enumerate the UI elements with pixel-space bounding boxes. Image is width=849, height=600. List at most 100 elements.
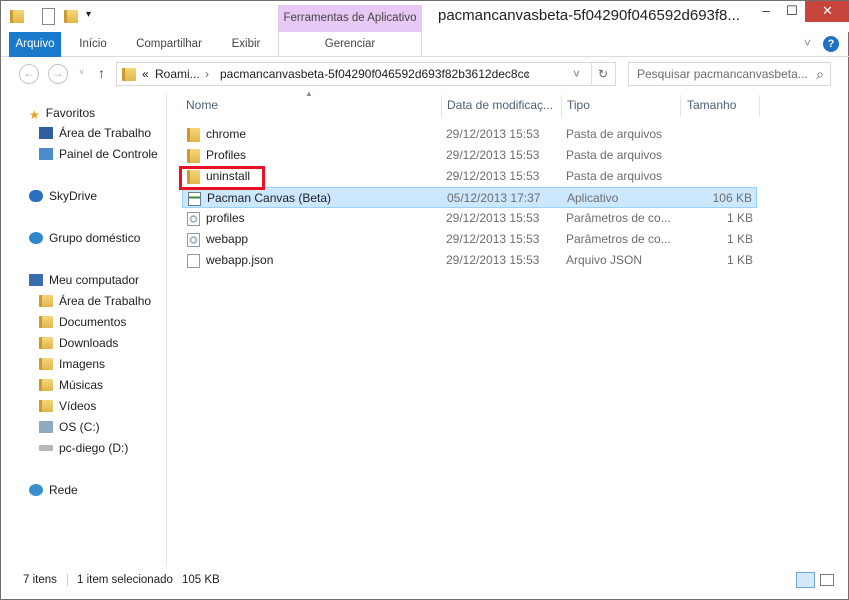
search-icon[interactable]: ⌕ — [816, 63, 824, 85]
file-size: 1 KB — [726, 253, 753, 267]
file-row[interactable]: webapp 29/12/2013 15:53 Parâmetros de co… — [182, 229, 757, 250]
tab-gerenciar[interactable]: Gerenciar — [278, 32, 422, 57]
file-date: 29/12/2013 15:53 — [446, 211, 540, 225]
maximize-button[interactable]: ☐ — [779, 1, 805, 22]
file-name: Profiles — [206, 148, 247, 162]
back-button[interactable]: ← — [19, 64, 39, 84]
folder-icon — [10, 10, 24, 23]
sidebar-item-downloads[interactable]: Downloads — [39, 333, 118, 353]
expand-ribbon-icon[interactable]: ˅ — [804, 36, 811, 50]
refresh-button[interactable]: ↻ — [598, 63, 608, 85]
navigation-pane: ★ Favoritos Área de Trabalho Painel de Co… — [1, 93, 167, 566]
search-input[interactable]: Pesquisar pacmancanvasbeta... ⌕ — [628, 62, 831, 86]
file-name: webapp — [206, 232, 249, 246]
tab-exibir[interactable]: Exibir — [221, 32, 271, 57]
file-size: 1 KB — [726, 211, 753, 225]
desktop-icon — [39, 127, 53, 139]
file-size: 1 KB — [726, 232, 753, 246]
folder-icon — [39, 295, 53, 307]
cfg-icon — [187, 233, 200, 247]
divider — [591, 63, 592, 85]
sidebar-label: Downloads — [59, 336, 119, 350]
file-row[interactable]: webapp.json 29/12/2013 15:53 Arquivo JSO… — [182, 250, 757, 271]
homegroup-icon — [29, 232, 43, 244]
details-view-button[interactable] — [796, 572, 815, 588]
cfg-icon — [187, 212, 200, 226]
sidebar-item-imagens[interactable]: Imagens — [39, 354, 105, 374]
help-icon[interactable]: ? — [823, 36, 839, 52]
forward-button[interactable]: → — [48, 64, 68, 84]
file-row[interactable]: profiles 29/12/2013 15:53 Parâmetros de … — [182, 208, 757, 229]
file-date: 29/12/2013 15:53 — [446, 169, 540, 183]
file-date: 29/12/2013 15:53 — [446, 253, 540, 267]
context-tab-group: Ferramentas de Aplicativo — [278, 5, 422, 32]
sidebar-label: Grupo doméstico — [49, 231, 141, 245]
folder-icon — [122, 68, 136, 81]
address-dropdown-icon[interactable]: ˅ — [573, 63, 580, 85]
file-date: 29/12/2013 15:53 — [446, 232, 540, 246]
sidebar-item-musicas[interactable]: Músicas — [39, 375, 103, 395]
file-name: Pacman Canvas (Beta) — [207, 191, 332, 205]
tab-compartilhar[interactable]: Compartilhar — [126, 32, 212, 57]
sidebar-label: Favoritos — [45, 106, 96, 120]
sidebar-label: Imagens — [59, 357, 106, 371]
customize-quick-access-icon[interactable]: ▾ — [86, 9, 91, 20]
address-bar[interactable]: « Roami... › pacmancanvasbeta-5f04290f04… — [116, 62, 616, 86]
close-button[interactable]: ✕ — [805, 1, 849, 22]
tab-arquivo[interactable]: Arquivo — [9, 32, 61, 57]
control-panel-icon — [39, 148, 53, 160]
column-divider[interactable] — [680, 95, 681, 117]
file-date: 29/12/2013 15:53 — [446, 127, 540, 141]
large-icons-view-button[interactable] — [820, 574, 834, 586]
annotation-highlight-box — [179, 166, 265, 190]
file-name: chrome — [206, 127, 247, 141]
new-folder-icon[interactable] — [64, 10, 78, 23]
file-name: webapp.json — [206, 253, 274, 267]
sidebar-skydrive[interactable]: SkyDrive — [29, 186, 97, 206]
column-divider[interactable] — [441, 95, 442, 117]
computer-icon — [29, 274, 43, 286]
column-header-tamanho[interactable]: Tamanho — [687, 93, 736, 117]
properties-icon[interactable] — [42, 8, 55, 25]
column-divider[interactable] — [561, 95, 562, 117]
sidebar-item-documentos[interactable]: Documentos — [39, 312, 126, 332]
sidebar-item-drive-d[interactable]: pc-diego (D:) — [39, 438, 128, 458]
folder-icon — [39, 337, 53, 349]
minimize-button[interactable]: ‒ — [753, 1, 779, 22]
sidebar-rede[interactable]: Rede — [29, 480, 78, 500]
file-type: Parâmetros de co... — [566, 232, 671, 246]
sidebar-item-videos[interactable]: Vídeos — [39, 396, 96, 416]
sidebar-item-area-de-trabalho-pc[interactable]: Área de Trabalho — [39, 291, 151, 311]
file-type: Aplicativo — [567, 191, 619, 205]
breadcrumb-roaming[interactable]: Roami... — [155, 63, 200, 85]
file-row[interactable]: Profiles 29/12/2013 15:53 Pasta de arqui… — [182, 145, 757, 166]
selection-size: 105 KB — [182, 574, 220, 586]
sidebar-label: Rede — [49, 483, 78, 497]
up-button[interactable]: ↑ — [98, 65, 105, 81]
sidebar-grupo-domestico[interactable]: Grupo doméstico — [29, 228, 140, 248]
column-header-tipo[interactable]: Tipo — [567, 93, 590, 117]
file-row[interactable]: Pacman Canvas (Beta) 05/12/2013 17:37 Ap… — [182, 187, 757, 208]
breadcrumb-separator[interactable]: › — [205, 63, 209, 85]
sidebar-meu-computador[interactable]: Meu computador — [29, 270, 139, 290]
search-placeholder: Pesquisar pacmancanvasbeta... — [637, 67, 808, 81]
file-row[interactable]: chrome 29/12/2013 15:53 Pasta de arquivo… — [182, 124, 757, 145]
recent-locations-icon[interactable]: ˅ — [79, 67, 84, 77]
sidebar-favoritos[interactable]: ★ Favoritos — [29, 103, 95, 123]
tab-inicio[interactable]: Início — [68, 32, 118, 57]
file-row[interactable]: uninstall 29/12/2013 15:53 Pasta de arqu… — [182, 166, 757, 187]
sidebar-label: Área de Trabalho — [59, 294, 152, 308]
sidebar-item-area-de-trabalho[interactable]: Área de Trabalho — [39, 123, 151, 143]
sidebar-item-drive-c[interactable]: OS (C:) — [39, 417, 100, 437]
divider — [67, 574, 68, 586]
column-divider[interactable] — [759, 95, 760, 117]
selection-count: 1 item selecionado — [77, 574, 173, 586]
item-count: 7 itens — [23, 574, 57, 586]
sidebar-item-painel-de-controle[interactable]: Painel de Controle — [39, 144, 158, 164]
column-header-data[interactable]: Data de modificaç... — [447, 93, 553, 117]
breadcrumb-prefix[interactable]: « — [142, 63, 149, 85]
breadcrumb-current[interactable]: pacmancanvasbeta-5f04290f046592d693f82b3… — [220, 63, 530, 85]
file-type: Pasta de arquivos — [566, 127, 663, 141]
column-header-nome[interactable]: Nome — [186, 93, 218, 117]
breadcrumb-separator[interactable]: › — [525, 63, 529, 85]
